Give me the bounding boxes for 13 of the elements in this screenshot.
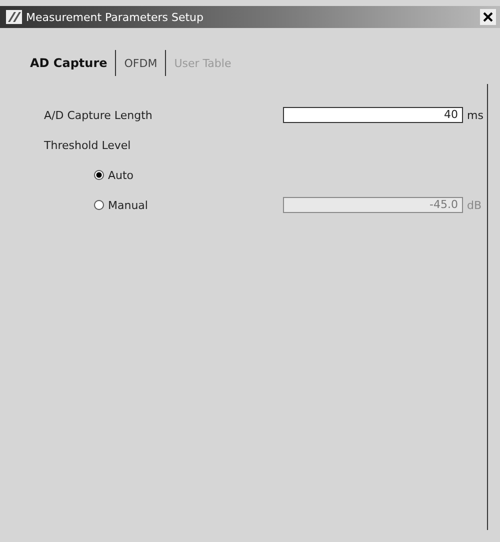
app-logo-icon — [6, 10, 22, 24]
capture-length-field[interactable]: 40 — [283, 107, 463, 123]
radio-button[interactable]: Auto — [94, 168, 283, 182]
window-title: Measurement Parameters Setup — [26, 10, 204, 24]
close-button[interactable] — [480, 9, 496, 25]
section-label: Threshold Level — [44, 138, 132, 152]
close-icon — [483, 12, 493, 22]
radio-button[interactable]: Manual — [94, 198, 283, 212]
tab[interactable]: AD Capture — [30, 56, 116, 70]
field-label: A/D Capture Length — [44, 108, 154, 122]
unit-label: dB — [467, 198, 482, 212]
unit-label: ms — [467, 108, 484, 122]
tab[interactable]: OFDM — [116, 56, 166, 70]
